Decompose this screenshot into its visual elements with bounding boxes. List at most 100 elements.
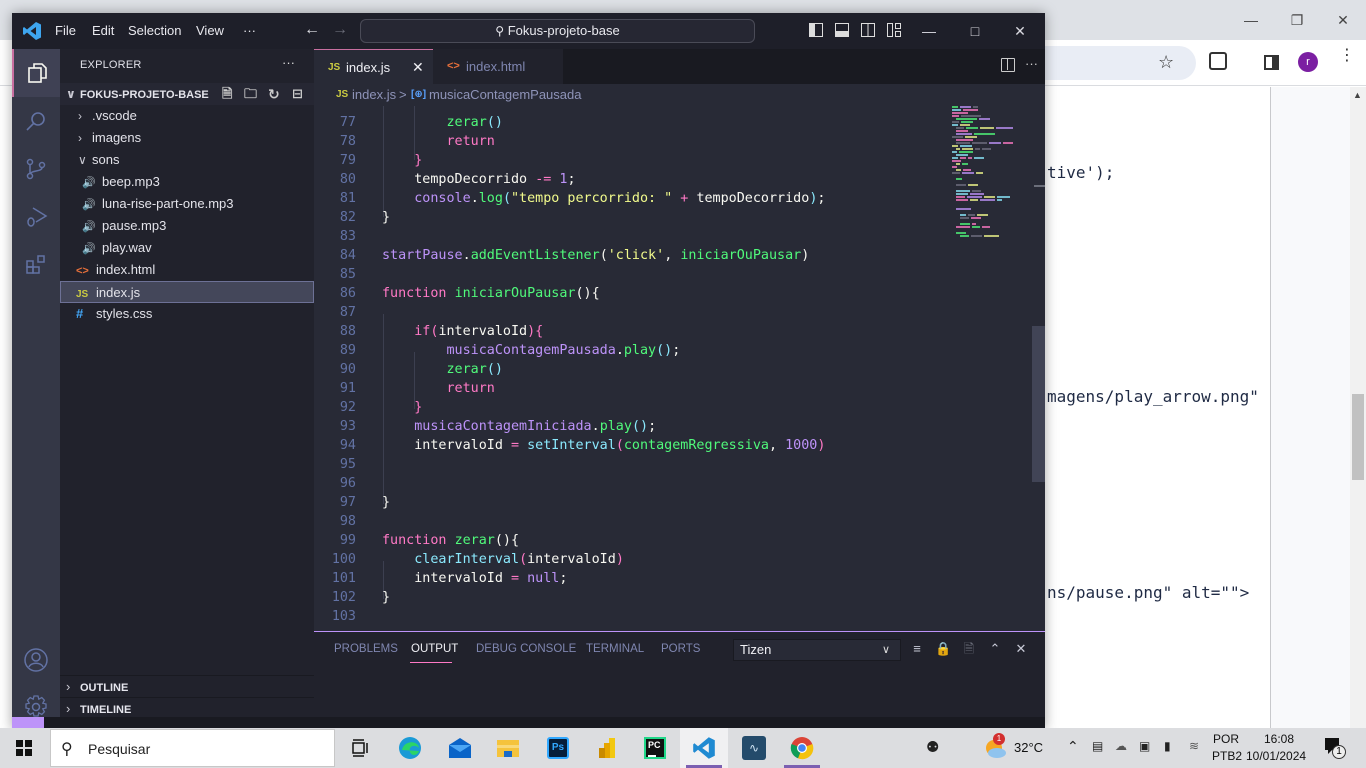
- open-log-file-icon[interactable]: 🗎: [961, 641, 977, 657]
- section-label: TIMELINE: [80, 704, 132, 716]
- weather-temperature[interactable]: 32°C: [1014, 740, 1043, 755]
- display-icon[interactable]: ▣: [1139, 739, 1150, 753]
- taskbar-search[interactable]: ⚲ Pesquisar: [50, 729, 335, 767]
- clear-output-icon[interactable]: ≡: [909, 641, 925, 657]
- panel-tab-problems[interactable]: PROBLEMS: [334, 643, 398, 655]
- tree-file-beep[interactable]: 🔊 beep.mp3: [60, 171, 314, 193]
- menu-view[interactable]: View: [196, 23, 224, 38]
- keyboard-layout[interactable]: PTB2: [1212, 749, 1242, 763]
- menu-edit[interactable]: Edit: [92, 23, 114, 38]
- close-panel-icon[interactable]: ✕: [1013, 641, 1029, 657]
- input-language[interactable]: POR: [1213, 732, 1239, 746]
- minimap[interactable]: [952, 106, 1032, 246]
- maximize-window-icon[interactable]: □: [966, 22, 984, 40]
- extensions-icon[interactable]: [12, 241, 60, 289]
- file-explorer-icon[interactable]: [484, 728, 532, 768]
- panel-tab-terminal[interactable]: TERMINAL: [586, 643, 644, 655]
- meet-now-icon[interactable]: ▤: [1092, 739, 1103, 753]
- tree-file-index-js[interactable]: JS index.js: [60, 281, 314, 303]
- pycharm-icon[interactable]: PC: [631, 728, 679, 768]
- tree-folder-sons[interactable]: ∨ sons: [60, 149, 314, 171]
- new-folder-icon[interactable]: 🗀: [244, 83, 257, 105]
- wifi-icon[interactable]: ≋: [1189, 739, 1199, 753]
- back-arrow-icon[interactable]: ←: [304, 21, 320, 39]
- bookmark-star-icon[interactable]: ☆: [1158, 52, 1174, 73]
- mail-icon[interactable]: [436, 728, 484, 768]
- tree-file-pause[interactable]: 🔊 pause.mp3: [60, 215, 314, 237]
- breadcrumb-symbol[interactable]: musicaContagemPausada: [429, 84, 581, 106]
- edge-icon[interactable]: [386, 728, 434, 768]
- photoshop-icon[interactable]: Ps: [534, 728, 582, 768]
- tree-file-play[interactable]: 🔊 play.wav: [60, 237, 314, 259]
- minimize-window-icon[interactable]: —: [920, 22, 938, 40]
- panel-tab-ports[interactable]: PORTS: [661, 643, 700, 655]
- windows-start-icon[interactable]: [16, 740, 32, 756]
- source-control-icon[interactable]: [12, 145, 60, 193]
- code-token: play: [623, 343, 657, 358]
- timeline-section[interactable]: › TIMELINE: [60, 697, 314, 719]
- menu-file[interactable]: File: [55, 23, 76, 38]
- search-icon[interactable]: [12, 97, 60, 145]
- new-file-icon[interactable]: 🗎: [222, 83, 232, 105]
- profile-avatar[interactable]: r: [1298, 52, 1318, 72]
- output-channel-select[interactable]: Tizen ∨: [733, 639, 901, 661]
- tab-index-js[interactable]: JS index.js ✕: [314, 49, 433, 84]
- breadcrumb-file[interactable]: index.js: [352, 84, 396, 106]
- power-bi-icon[interactable]: [583, 728, 631, 768]
- run-and-debug-icon[interactable]: [12, 193, 60, 241]
- scroll-up-arrow-icon[interactable]: ▲: [1353, 90, 1362, 100]
- tree-folder-vscode[interactable]: › .vscode: [60, 105, 314, 127]
- refresh-icon[interactable]: ↻: [268, 83, 280, 105]
- tree-folder-imagens[interactable]: › imagens: [60, 127, 314, 149]
- code-editor[interactable]: 77 zerar() 78 return 79 } 80 tempoDecorrido…: [314, 106, 1045, 631]
- accounts-icon[interactable]: [12, 636, 60, 684]
- explorer-icon[interactable]: [12, 49, 60, 97]
- vscode-taskbar-icon[interactable]: [680, 728, 728, 768]
- lock-scroll-icon[interactable]: 🔒: [935, 641, 951, 657]
- chrome-close-button[interactable]: ✕: [1333, 10, 1353, 30]
- project-root-folder[interactable]: ∨ FOKUS-PROJETO-BASE 🗎 🗀 ↻ ⊟: [60, 83, 314, 105]
- explorer-more-actions[interactable]: ···: [282, 55, 295, 70]
- show-hidden-icons-chevron[interactable]: ⌃: [1067, 738, 1079, 755]
- editor-scrollbar-thumb[interactable]: [1032, 326, 1045, 482]
- task-view-icon[interactable]: [336, 728, 384, 768]
- collapse-all-icon[interactable]: ⊟: [292, 83, 303, 105]
- tree-file-luna[interactable]: 🔊 luna-rise-part-one.mp3: [60, 193, 314, 215]
- forward-arrow-icon[interactable]: →: [332, 21, 348, 39]
- minimap-line: [960, 217, 969, 219]
- outline-section[interactable]: › OUTLINE: [60, 675, 314, 697]
- chrome-minimize-button[interactable]: —: [1241, 10, 1261, 30]
- extensions-puzzle-icon[interactable]: [1209, 52, 1227, 70]
- customize-layout-icon[interactable]: [885, 22, 903, 40]
- people-icon[interactable]: ⚉: [926, 738, 939, 756]
- menu-selection[interactable]: Selection: [128, 23, 181, 38]
- onedrive-icon[interactable]: ☁: [1115, 739, 1127, 753]
- close-tab-icon[interactable]: ✕: [412, 50, 424, 85]
- chrome-scrollbar-thumb[interactable]: [1352, 394, 1364, 480]
- notification-center-icon[interactable]: 1: [1322, 735, 1348, 761]
- tree-file-index-html[interactable]: <> index.html: [60, 259, 314, 281]
- weather-icon[interactable]: 1: [984, 733, 1008, 760]
- mysql-workbench-icon[interactable]: ∿: [730, 728, 778, 768]
- chrome-menu-icon[interactable]: ⋮: [1339, 48, 1355, 64]
- minimap-line: [972, 142, 987, 144]
- battery-icon[interactable]: ▮: [1164, 739, 1171, 753]
- tab-index-html[interactable]: <> index.html: [433, 49, 563, 84]
- chrome-taskbar-icon[interactable]: [778, 728, 826, 768]
- chrome-restore-button[interactable]: ❐: [1287, 10, 1307, 30]
- toggle-primary-sidebar-icon[interactable]: [807, 22, 825, 40]
- close-window-icon[interactable]: ✕: [1011, 22, 1029, 40]
- panel-tab-output[interactable]: OUTPUT: [411, 643, 458, 655]
- command-center-search[interactable]: ⚲ Fokus-projeto-base: [360, 19, 755, 43]
- menu-more[interactable]: ···: [243, 23, 256, 38]
- toggle-panel-icon[interactable]: [833, 22, 851, 40]
- side-panel-icon[interactable]: [1264, 55, 1279, 70]
- maximize-panel-icon[interactable]: ⌃: [987, 641, 1003, 657]
- clock-time[interactable]: 16:08: [1264, 732, 1294, 746]
- clock-date[interactable]: 10/01/2024: [1246, 749, 1306, 763]
- tree-file-styles-css[interactable]: # styles.css: [60, 303, 314, 325]
- split-editor-icon[interactable]: [1001, 58, 1015, 72]
- panel-tab-debug-console[interactable]: DEBUG CONSOLE: [476, 643, 576, 655]
- toggle-secondary-sidebar-icon[interactable]: [859, 22, 877, 40]
- editor-more-actions-icon[interactable]: ···: [1025, 56, 1038, 71]
